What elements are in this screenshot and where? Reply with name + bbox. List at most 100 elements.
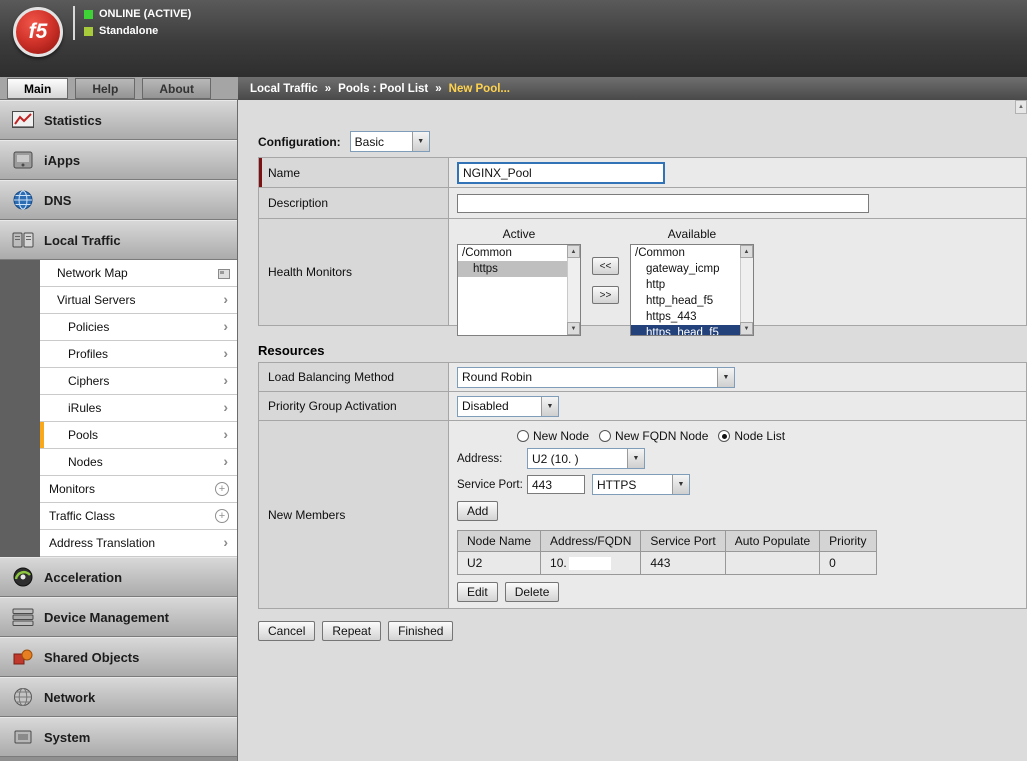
dropdown-arrow-icon[interactable]: ▼ (672, 475, 689, 494)
available-monitors-listbox[interactable]: /Common gateway_icmp http http_head_f5 h… (630, 244, 754, 336)
sidebar-item-acceleration[interactable]: Acceleration (0, 557, 237, 597)
sidebar-item-profiles[interactable]: Profiles › (40, 341, 237, 368)
col-node-name: Node Name (458, 531, 541, 552)
local-traffic-icon (10, 231, 36, 249)
radio-new-fqdn-node[interactable] (599, 430, 611, 442)
cancel-button[interactable]: Cancel (258, 621, 315, 641)
breadcrumb-current-page: New Pool... (449, 83, 510, 95)
sidebar-item-irules[interactable]: iRules › (40, 395, 237, 422)
dropdown-arrow-icon[interactable]: ▼ (627, 449, 644, 468)
menu-item-label: Address Translation (40, 536, 155, 550)
load-balancing-select[interactable]: Round Robin ▼ (457, 367, 735, 388)
sidebar-item-virtual-servers[interactable]: Virtual Servers › (40, 287, 237, 314)
scroll-down-icon[interactable]: ▼ (740, 322, 753, 335)
sidebar-item-pools[interactable]: Pools › (40, 422, 237, 449)
sidebar-item-iapps[interactable]: iApps (0, 140, 237, 180)
sidebar-item-device-management[interactable]: Device Management (0, 597, 237, 637)
radio-node-list-label[interactable]: Node List (734, 429, 785, 443)
name-label: Name (259, 158, 449, 187)
name-value-cell (449, 158, 1026, 187)
sidebar-item-policies[interactable]: Policies › (40, 314, 237, 341)
scroll-down-icon[interactable]: ▼ (567, 322, 580, 335)
plus-icon[interactable]: + (215, 509, 229, 523)
member-priority: 0 (820, 552, 876, 575)
plus-icon[interactable]: + (215, 482, 229, 496)
menu-item-label: Policies (40, 320, 109, 334)
edit-member-button[interactable]: Edit (457, 582, 498, 602)
resources-title: Resources (258, 343, 324, 358)
menu-item-label: Monitors (40, 482, 95, 496)
service-name-select-value: HTTPS (593, 478, 672, 492)
members-table-header-row: Node Name Address/FQDN Service Port Auto… (458, 531, 877, 552)
sidebar-item-local-traffic[interactable]: Local Traffic (0, 220, 237, 260)
name-input[interactable] (457, 162, 665, 184)
dropdown-arrow-icon[interactable]: ▼ (412, 132, 429, 151)
tab-main[interactable]: Main (7, 78, 68, 99)
dropdown-arrow-icon[interactable]: ▼ (717, 368, 734, 387)
radio-new-fqdn-node-label[interactable]: New FQDN Node (615, 429, 708, 443)
sidebar-item-traffic-class[interactable]: Traffic Class + (40, 503, 237, 530)
sidebar-item-system[interactable]: System (0, 717, 237, 757)
sidebar-item-address-translation[interactable]: Address Translation › (40, 530, 237, 557)
scrollbar-up-button[interactable]: ▲ (1015, 100, 1027, 114)
active-monitors-listbox[interactable]: /Common https ▲ ▼ (457, 244, 581, 336)
monitor-option[interactable]: http_head_f5 (631, 293, 740, 309)
sidebar-item-statistics[interactable]: Statistics (0, 100, 237, 140)
sidebar-item-ciphers[interactable]: Ciphers › (40, 368, 237, 395)
repeat-button[interactable]: Repeat (322, 621, 381, 641)
main-content: ▲ Configuration: Basic ▼ Name Descriptio… (239, 100, 1027, 761)
configuration-select[interactable]: Basic ▼ (350, 131, 430, 152)
monitor-option[interactable]: https_443 (631, 309, 740, 325)
address-select[interactable]: U2 (10. ) ▼ (527, 448, 645, 469)
breadcrumb-separator: » (325, 83, 331, 95)
sidebar-item-label: Network (44, 690, 95, 705)
finished-button[interactable]: Finished (388, 621, 453, 641)
radio-new-node[interactable] (517, 430, 529, 442)
description-input[interactable] (457, 194, 869, 213)
menu-item-label: iRules (40, 401, 101, 415)
breadcrumb-local-traffic[interactable]: Local Traffic (250, 83, 318, 95)
address-line: Address: U2 (10. ) ▼ (457, 448, 1018, 469)
load-balancing-label: Load Balancing Method (259, 363, 449, 391)
move-to-available-button[interactable]: >> (592, 286, 619, 304)
active-header: Active (457, 227, 581, 241)
radio-node-list[interactable] (718, 430, 730, 442)
service-name-select[interactable]: HTTPS ▼ (592, 474, 690, 495)
sidebar-item-network-map[interactable]: Network Map (40, 260, 237, 287)
sidebar-item-monitors[interactable]: Monitors + (40, 476, 237, 503)
network-icon (10, 687, 36, 707)
general-properties-table: Name Description Health Monitors Active (258, 157, 1027, 326)
chevron-right-icon: › (223, 372, 228, 388)
radio-new-node-label[interactable]: New Node (533, 429, 589, 443)
tab-about[interactable]: About (142, 78, 211, 99)
tab-help[interactable]: Help (75, 78, 135, 99)
sidebar-item-label: iApps (44, 153, 80, 168)
sidebar-item-label: Acceleration (44, 570, 122, 585)
sidebar-item-shared-objects[interactable]: Shared Objects (0, 637, 237, 677)
add-member-button[interactable]: Add (457, 501, 498, 521)
dropdown-arrow-icon[interactable]: ▼ (541, 397, 558, 416)
listbox-scrollbar[interactable]: ▲ ▼ (567, 245, 580, 335)
scroll-up-icon[interactable]: ▲ (567, 245, 580, 258)
listbox-scrollbar[interactable]: ▲ ▼ (740, 245, 753, 335)
health-monitors-row: Health Monitors Active /Common https ▲ (259, 219, 1026, 326)
member-row[interactable]: U2 10. 443 0 (458, 552, 877, 575)
network-map-icon (218, 268, 230, 282)
scroll-up-icon[interactable]: ▲ (740, 245, 753, 258)
member-actions: Edit Delete (457, 582, 1018, 602)
sidebar-item-network[interactable]: Network (0, 677, 237, 717)
sidebar-item-nodes[interactable]: Nodes › (40, 449, 237, 476)
service-port-input[interactable] (527, 475, 585, 494)
move-buttons: << >> (592, 257, 619, 304)
menu-item-label: Traffic Class (40, 509, 115, 523)
monitor-option[interactable]: gateway_icmp (631, 261, 740, 277)
delete-member-button[interactable]: Delete (505, 582, 560, 602)
breadcrumb-pool-list[interactable]: Pools : Pool List (338, 83, 428, 95)
monitor-option[interactable]: http (631, 277, 740, 293)
priority-group-select[interactable]: Disabled ▼ (457, 396, 559, 417)
monitor-option-https[interactable]: https (458, 261, 567, 277)
monitor-option[interactable]: https_head_f5 (631, 325, 740, 335)
sidebar-item-dns[interactable]: DNS (0, 180, 237, 220)
f5-logo-text: f5 (29, 20, 48, 44)
move-to-active-button[interactable]: << (592, 257, 619, 275)
